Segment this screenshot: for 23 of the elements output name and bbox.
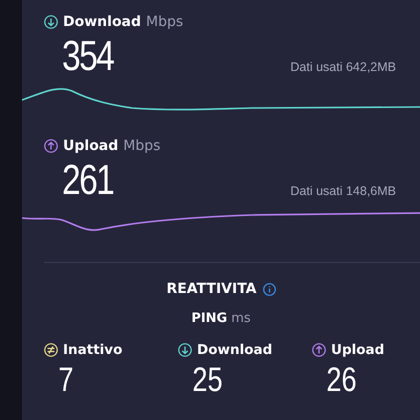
- ping-value: 25: [191, 360, 223, 400]
- ping-type-label: Inattivo: [63, 342, 122, 358]
- unit-label: Mbps: [123, 138, 160, 154]
- ping-type-label: Upload: [331, 342, 384, 358]
- speed-value: 261: [62, 156, 114, 204]
- metric-label: Download: [63, 14, 142, 30]
- section-title: REATTIVITA: [166, 281, 257, 297]
- upload-icon: [312, 343, 326, 357]
- ping-value: 7: [57, 360, 74, 400]
- idle-icon: [44, 343, 58, 357]
- ping-value: 26: [325, 360, 357, 400]
- unit-label: Mbps: [146, 14, 184, 30]
- data-used-text: Dati usati 642,2MB: [290, 60, 396, 76]
- download-icon: [178, 343, 192, 357]
- ping-label: PING: [191, 311, 228, 326]
- metric-label: Upload: [63, 138, 118, 154]
- ping-type-label: Download: [197, 342, 272, 358]
- data-used-text: Dati usati 148,6MB: [290, 184, 396, 200]
- unit-label: ms: [231, 311, 251, 326]
- download-icon: [44, 15, 58, 29]
- speed-value: 354: [62, 32, 114, 80]
- upload-icon: [44, 139, 58, 153]
- info-icon[interactable]: [262, 282, 276, 296]
